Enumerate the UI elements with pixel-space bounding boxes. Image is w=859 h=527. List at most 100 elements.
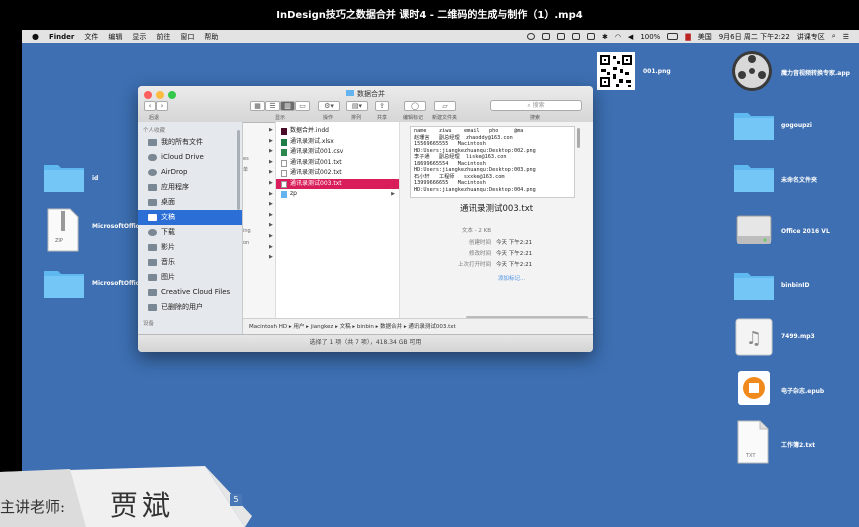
cloud-icon[interactable]	[556, 33, 565, 40]
edit-tags-button[interactable]: ◯	[404, 101, 426, 111]
desktop-epub-file[interactable]	[734, 368, 774, 410]
desktop-app-converter[interactable]	[730, 49, 774, 95]
status-bar: 选择了 1 项（共 7 项），418.34 GB 可用	[138, 334, 593, 352]
record-icon[interactable]	[526, 33, 535, 40]
user-name[interactable]: 讲课专区	[797, 32, 825, 42]
desktop-label-zip: MicrosoftOffice.zip	[92, 223, 156, 230]
menu-edit[interactable]: 编辑	[108, 32, 122, 42]
notification-center-icon[interactable]: ☰	[843, 33, 849, 41]
preview-thumbnail: name ziwu email pho @ma 赵珊言 副总经理 zhaoddy@…	[410, 126, 575, 198]
finder-sidebar: 个人收藏 我的所有文件 iCloud Drive AirDrop 应用程序 桌面…	[138, 122, 243, 334]
window-title: 数据合并	[138, 89, 593, 99]
folder-icon	[44, 165, 84, 192]
parent-column[interactable]: es 单 ing on ▶ ▶ ▶ ▶ ▶ ▶ ▶ ▶ ▶ ▶ ▶ ▶ ▶	[243, 122, 276, 318]
finder-window[interactable]: 数据合并 ‹ › 后退 ▦ ☰ ▥ ▭ 显示 ⚙▾ 操作 ▤▾ 排列 ⇪ 共享 …	[138, 86, 593, 352]
sidebar-item-downloads[interactable]: 下载	[138, 225, 242, 240]
desktop-zip-file[interactable]: ZIP	[46, 208, 80, 254]
bluetooth-icon[interactable]: ✱	[602, 33, 608, 41]
preview-meta-opened: 上次打开时间 今天 下午2:21	[457, 262, 533, 268]
parent-column-snippet: ing	[243, 228, 251, 234]
file-row[interactable]: 通讯录测试.xlsx	[276, 137, 399, 148]
menu-go[interactable]: 前往	[156, 32, 170, 42]
sidebar-item-creative-cloud[interactable]: Creative Cloud Files	[138, 285, 242, 300]
desktop-folder-office[interactable]	[42, 266, 86, 300]
search-input[interactable]: ⌕ 搜索	[490, 100, 582, 111]
menu-file[interactable]: 文件	[84, 32, 98, 42]
file-row[interactable]: 通讯录测试001.txt	[276, 158, 399, 169]
desktop-disk-office[interactable]	[734, 210, 774, 252]
battery-percent[interactable]: 100%	[640, 33, 660, 41]
view-label: 显示	[275, 115, 286, 121]
spotlight-icon[interactable]: ⌕	[832, 32, 836, 41]
file-row[interactable]: 数据合并.indd	[276, 126, 399, 137]
ebook-icon	[738, 371, 770, 405]
airdrop-icon	[148, 169, 157, 176]
arrange-button[interactable]: ▤▾	[346, 101, 368, 111]
input-method[interactable]: 美国	[698, 32, 712, 42]
view-coverflow-button[interactable]: ▭	[295, 101, 310, 111]
share-button[interactable]: ⇪	[375, 101, 389, 111]
dropbox-icon[interactable]	[541, 33, 550, 40]
sidebar-item-deleted-users[interactable]: 已删除的用户	[138, 300, 242, 315]
menu-view[interactable]: 显示	[132, 32, 146, 42]
desktop-folder-untitled[interactable]	[732, 160, 776, 194]
flag-icon[interactable]: ▇	[685, 33, 690, 41]
clock[interactable]: 9月6日 周二 下午2:22	[719, 32, 790, 42]
sidebar-item-pictures[interactable]: 图片	[138, 270, 242, 285]
sidebar-item-icloud[interactable]: iCloud Drive	[138, 150, 242, 165]
desktop-folder-binbinid[interactable]	[732, 268, 776, 302]
file-row[interactable]: 通讯录测试002.txt	[276, 168, 399, 179]
preview-scrollbar[interactable]	[577, 128, 580, 148]
desktop-label-gogoupzi: gogoupzi	[781, 122, 812, 129]
cloud-icon	[148, 154, 157, 161]
files-column[interactable]: 数据合并.indd 通讯录测试.xlsx 通讯录测试001.csv 通讯录测试0…	[276, 122, 400, 318]
sidebar-item-music[interactable]: 音乐	[138, 255, 242, 270]
video-title: InDesign技巧之数据合并 课时4 - 二维码的生成与制作（1）.mp4	[0, 0, 859, 30]
new-folder-button[interactable]: ▱	[434, 101, 456, 111]
sidebar-item-airdrop[interactable]: AirDrop	[138, 165, 242, 180]
sidebar-item-movies[interactable]: 影片	[138, 240, 242, 255]
path-bar[interactable]: Macintosh HD ▸ 用户 ▸ jiangkez ▸ 文稿 ▸ binb…	[243, 318, 593, 334]
tags-label: 编辑标记	[403, 115, 424, 121]
volume-icon[interactable]: ◀	[628, 33, 633, 41]
lecturer-banner: 主讲老师: 贾斌 5	[0, 466, 270, 527]
action-label: 操作	[323, 115, 334, 121]
menu-app-finder[interactable]: Finder	[49, 33, 74, 41]
sidebar-item-documents[interactable]: 文稿	[138, 210, 242, 225]
parent-column-snippet: 单	[243, 167, 249, 173]
menu-help[interactable]: 帮助	[204, 32, 218, 42]
desktop-qr-file[interactable]	[597, 52, 635, 92]
desktop-mp3-file[interactable]: ♫	[734, 317, 774, 359]
wifi-icon[interactable]: ◠	[615, 33, 621, 41]
view-column-button[interactable]: ▥	[280, 101, 295, 111]
file-row-selected[interactable]: 通讯录测试003.txt	[276, 178, 399, 189]
view-icon-button[interactable]: ▦	[250, 101, 265, 111]
desktop-label-binbinid: binbinID	[781, 282, 810, 289]
desktop-folder-gogoupzi[interactable]	[732, 108, 776, 142]
desktop-label-txt: 工作簿2.txt	[781, 442, 816, 449]
back-button[interactable]: ‹	[144, 101, 156, 111]
file-row[interactable]: 通讯录测试001.csv	[276, 147, 399, 158]
view-list-button[interactable]: ☰	[265, 101, 280, 111]
folder-row[interactable]: zp ▶	[276, 189, 399, 200]
forward-button[interactable]: ›	[156, 101, 168, 111]
desktop-label-qr: 001.png	[643, 68, 671, 75]
sidebar-item-all-files[interactable]: 我的所有文件	[138, 135, 242, 150]
sidebar-scrollbar[interactable]	[237, 130, 240, 210]
folder-icon	[148, 304, 157, 311]
airplay-icon[interactable]	[586, 33, 595, 40]
share-label: 共享	[377, 115, 388, 121]
battery-icon[interactable]	[667, 33, 679, 40]
action-button[interactable]: ⚙▾	[318, 101, 340, 111]
sidebar-item-applications[interactable]: 应用程序	[138, 180, 242, 195]
desktop-folder-id[interactable]	[42, 160, 86, 194]
xlsx-file-icon	[281, 138, 287, 146]
sidebar-item-desktop[interactable]: 桌面	[138, 195, 242, 210]
film-reel-icon	[732, 51, 772, 91]
display-icon[interactable]	[571, 33, 580, 40]
menu-window[interactable]: 窗口	[180, 32, 194, 42]
add-tags-link[interactable]: 添加标记...	[498, 274, 525, 282]
apple-menu-icon[interactable]: ●	[32, 32, 39, 41]
folder-icon	[734, 273, 774, 300]
desktop-txt-file[interactable]: TXT	[736, 420, 770, 466]
